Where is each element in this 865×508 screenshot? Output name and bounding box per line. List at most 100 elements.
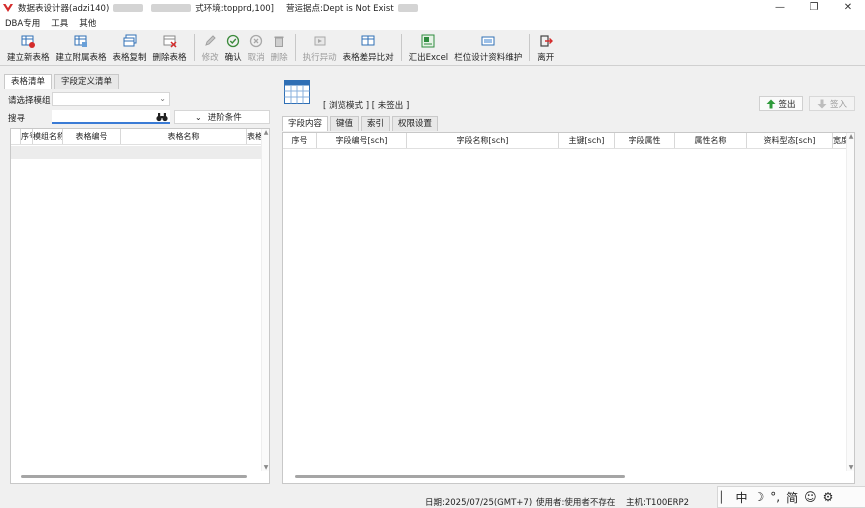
- close-button[interactable]: ✕: [831, 0, 865, 15]
- column-header[interactable]: 资料型态[sch]: [747, 133, 833, 148]
- title-bar: 数据表设计器(adzi140) 式环境:topprd,100] 营运据点:Dep…: [0, 0, 865, 15]
- punctuation-icon[interactable]: °,: [770, 490, 780, 504]
- arrow-up-icon: [766, 99, 776, 108]
- compare-table-button[interactable]: 表格差异比对: [340, 30, 397, 66]
- field-content-grid[interactable]: 序号 字段编号[sch] 字段名称[sch] 主键[sch] 字段属性 属性名称…: [282, 132, 855, 484]
- exit-icon: [540, 34, 553, 47]
- execute-icon: [314, 36, 326, 45]
- excel-icon: [421, 34, 435, 47]
- column-header[interactable]: 宽度: [833, 133, 846, 148]
- new-table-button[interactable]: 建立新表格: [4, 30, 53, 66]
- moon-icon[interactable]: ☽: [753, 490, 764, 504]
- tab-index[interactable]: 索引: [361, 116, 391, 131]
- arrow-down-icon: [817, 99, 827, 108]
- ime-simplified-mode[interactable]: 简: [786, 489, 798, 506]
- mode-status-label: [ 浏览模式 ] [ 未签出 ]: [323, 101, 410, 111]
- toolbar-separator: [193, 34, 195, 61]
- gear-icon[interactable]: ⚙: [823, 490, 834, 504]
- chevron-down-icon: ⌄: [195, 112, 202, 122]
- menu-other[interactable]: 其他: [79, 17, 96, 29]
- status-date: 日期:2025/07/25(GMT+7): [425, 498, 533, 508]
- status-user: 使用者:使用者不存在: [536, 498, 616, 508]
- vertical-scrollbar[interactable]: ▲ ▼: [846, 133, 854, 471]
- table-detail-panel: [ 浏览模式 ] [ 未签出 ] 签出 签入 字段内容 键值 索引 权限设置 序…: [282, 76, 856, 484]
- app-logo-icon: [3, 3, 13, 12]
- module-select[interactable]: ⌄: [52, 92, 170, 106]
- horizontal-scrollbar[interactable]: [295, 475, 625, 478]
- cancel-button[interactable]: 取消: [245, 30, 268, 66]
- tab-permission-settings[interactable]: 权限设置: [392, 116, 439, 131]
- field-design-icon: [481, 36, 495, 45]
- ime-drag-handle[interactable]: ▏: [721, 491, 729, 504]
- tab-table-list[interactable]: 表格清单: [4, 74, 53, 89]
- table-list-grid[interactable]: 序号 模组名称 表格编号 表格名称 表格 ▲ ▼: [10, 128, 270, 484]
- execute-change-button[interactable]: 执行异动: [300, 30, 340, 66]
- pencil-icon: [205, 34, 216, 46]
- tab-key-values[interactable]: 键值: [330, 116, 360, 131]
- search-label: 搜寻: [8, 114, 26, 124]
- site-label: 营运据点:Dept is Not Exist: [285, 3, 394, 14]
- table-list-panel: 表格清单 字段定义清单 请选择模组 ⌄ 搜寻 ⌄ 进阶条件 序号 模组名称 表格…: [4, 74, 272, 484]
- horizontal-scrollbar[interactable]: [21, 475, 247, 478]
- column-header[interactable]: 字段属性: [615, 133, 675, 148]
- menu-dba[interactable]: DBA专用: [5, 17, 40, 29]
- table-icon: [284, 80, 310, 104]
- column-header[interactable]: 表格: [247, 129, 261, 144]
- scroll-up-icon[interactable]: ▲: [847, 133, 855, 140]
- minimize-button[interactable]: —: [763, 0, 797, 15]
- scroll-down-icon[interactable]: ▼: [847, 464, 855, 471]
- column-header[interactable]: 字段名称[sch]: [407, 133, 559, 148]
- ime-chinese-mode[interactable]: 中: [735, 489, 747, 506]
- chevron-down-icon: ⌄: [159, 94, 166, 103]
- checkout-button[interactable]: 签出: [759, 96, 803, 111]
- restore-button[interactable]: ❐: [797, 0, 831, 15]
- edit-button[interactable]: 修改: [199, 30, 222, 66]
- column-header[interactable]: 表格编号: [63, 129, 121, 144]
- delete-table-button[interactable]: 删除表格: [150, 30, 190, 66]
- toolbar: 建立新表格 建立附属表格 表格复制 删除表格 修改 确认 取消 删除 执行异动 …: [0, 30, 865, 66]
- advanced-conditions-button[interactable]: ⌄ 进阶条件: [174, 110, 270, 124]
- attach-table-button[interactable]: 建立附属表格: [53, 30, 110, 66]
- scroll-down-icon[interactable]: ▼: [262, 464, 270, 471]
- left-tabs: 表格清单 字段定义清单: [4, 74, 272, 89]
- toolbar-separator: [400, 34, 402, 61]
- delete-button[interactable]: 删除: [268, 30, 291, 66]
- redacted-text: [151, 3, 192, 12]
- new-table-icon: [21, 35, 36, 48]
- exit-button[interactable]: 离开: [534, 30, 557, 66]
- menu-tools[interactable]: 工具: [51, 17, 68, 29]
- field-design-maintenance-button[interactable]: 栏位设计资料维护: [451, 30, 525, 66]
- window-title: 数据表设计器(adzi140): [18, 3, 110, 14]
- column-header[interactable]: 序号: [21, 129, 33, 144]
- column-header[interactable]: 字段编号[sch]: [317, 133, 407, 148]
- search-input[interactable]: [52, 110, 170, 124]
- column-header[interactable]: [11, 129, 21, 144]
- column-header[interactable]: 序号: [283, 133, 317, 148]
- detail-tabs: 字段内容 键值 索引 权限设置: [282, 116, 440, 131]
- cancel-circle-icon: [249, 34, 263, 47]
- redacted-text: [113, 3, 144, 12]
- copy-table-icon: [123, 34, 137, 46]
- menu-bar: DBA专用 工具 其他: [0, 15, 865, 30]
- tab-field-definition-list[interactable]: 字段定义清单: [54, 74, 120, 89]
- confirm-button[interactable]: 确认: [222, 30, 245, 66]
- copy-table-button[interactable]: 表格复制: [110, 30, 150, 66]
- tab-field-content[interactable]: 字段内容: [282, 116, 329, 131]
- delete-table-icon: [163, 35, 177, 48]
- export-excel-button[interactable]: 汇出Excel: [406, 30, 452, 66]
- scroll-up-icon[interactable]: ▲: [262, 129, 270, 136]
- column-header[interactable]: 模组名称: [33, 129, 63, 144]
- column-header[interactable]: 属性名称: [675, 133, 747, 148]
- vertical-scrollbar[interactable]: ▲ ▼: [261, 129, 269, 471]
- toolbar-separator: [529, 34, 531, 61]
- checkin-button[interactable]: 签入: [809, 96, 855, 111]
- column-header[interactable]: 主键[sch]: [559, 133, 615, 148]
- search-button[interactable]: [154, 110, 170, 124]
- grid-header: 序号 模组名称 表格编号 表格名称 表格: [11, 129, 261, 145]
- table-row[interactable]: [11, 146, 261, 159]
- column-header[interactable]: 表格名称: [121, 129, 247, 144]
- grid-header: 序号 字段编号[sch] 字段名称[sch] 主键[sch] 字段属性 属性名称…: [283, 133, 846, 149]
- emoji-icon[interactable]: ☺: [804, 490, 817, 504]
- compare-icon: [361, 35, 375, 45]
- redacted-text: [397, 3, 418, 12]
